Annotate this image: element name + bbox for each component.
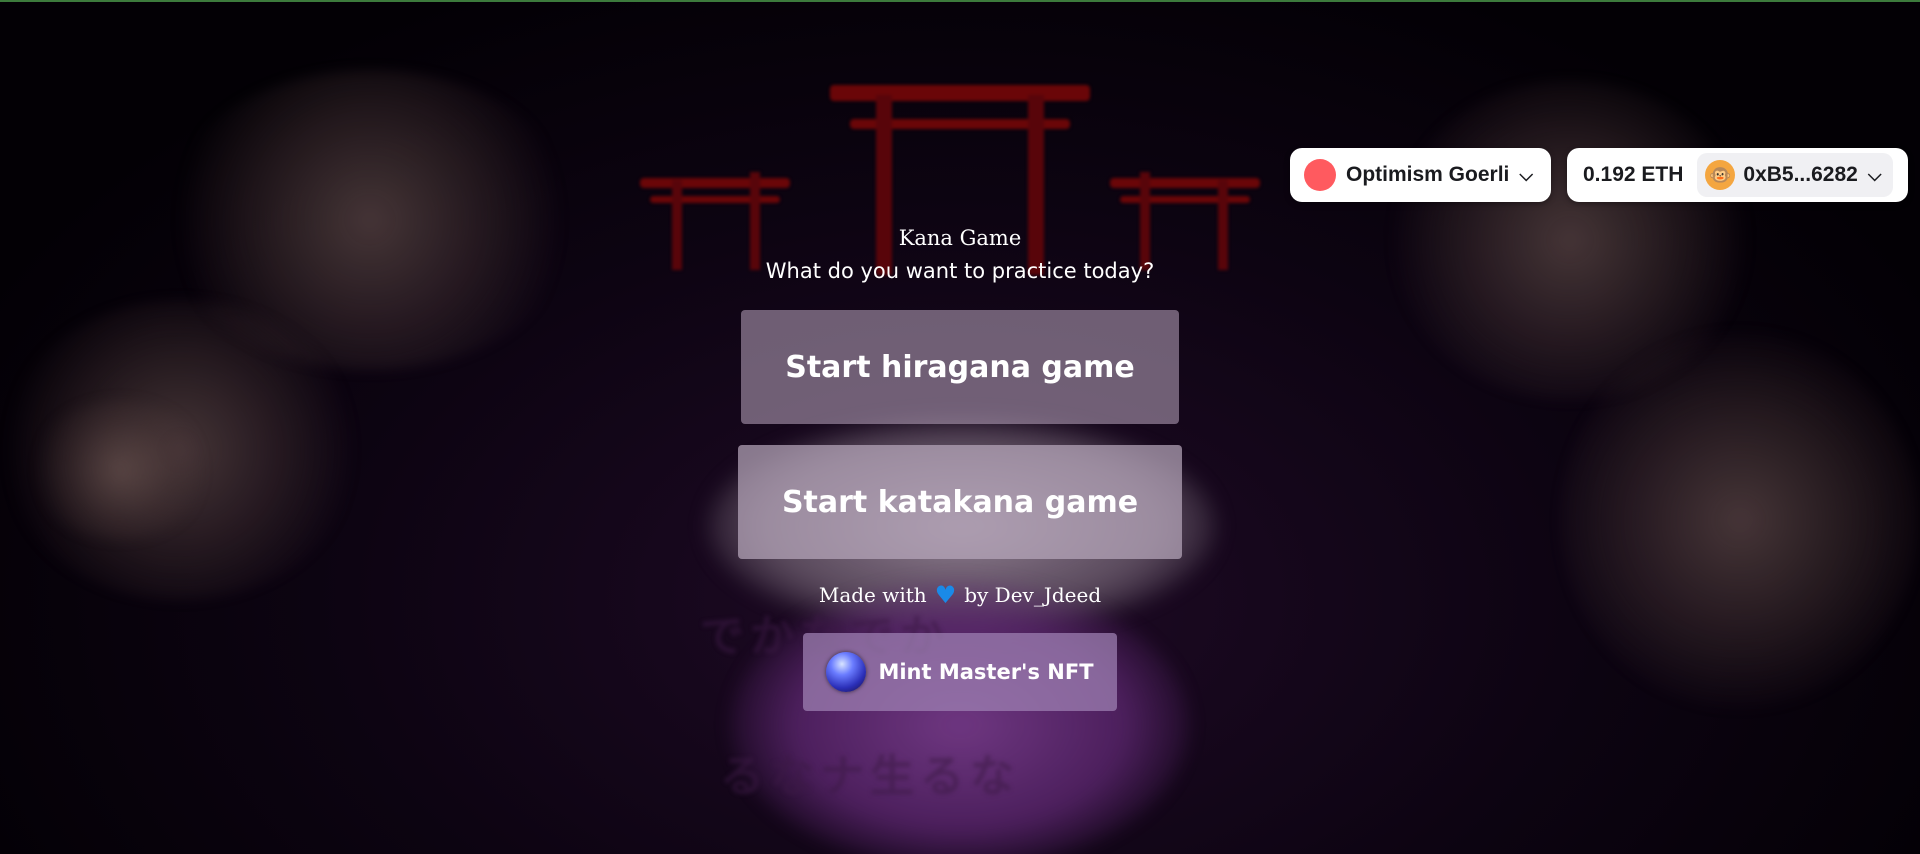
monkey-icon: 🐵 (1705, 160, 1736, 190)
game-scene: でかなでか るなナ生るな Optimism Goerli ⌵ 0.192 ETH… (0, 0, 1920, 854)
account-address: 0xB5...6282 (1743, 163, 1858, 186)
eth-balance: 0.192 ETH (1583, 163, 1684, 186)
mint-nft-label: Mint Master's NFT (878, 660, 1094, 684)
torii-gate-right (1110, 160, 1260, 270)
start-katakana-button[interactable]: Start katakana game (738, 445, 1182, 559)
blossom-tree-left-small (30, 400, 210, 540)
mint-nft-button[interactable]: Mint Master's NFT (803, 633, 1117, 711)
top-border (0, 0, 1920, 2)
network-icon (1304, 159, 1336, 191)
credit-prefix: Made with (818, 583, 927, 607)
torii-gate-left (640, 160, 790, 270)
network-label: Optimism Goerli (1346, 163, 1510, 186)
orb-icon (826, 652, 867, 692)
network-selector[interactable]: Optimism Goerli ⌵ (1290, 148, 1551, 202)
credit-suffix: by Dev_Jdeed (964, 583, 1102, 607)
page-title: Kana Game (898, 226, 1022, 250)
chevron-down-icon: ⌵ (1867, 164, 1882, 185)
torii-gate-center (830, 85, 1090, 285)
kana-decoration: るなナ生るな (720, 751, 1020, 802)
chevron-down-icon: ⌵ (1519, 164, 1534, 185)
account-button[interactable]: 0.192 ETH 🐵 0xB5...6282 ⌵ (1567, 148, 1908, 202)
page-subtitle: What do you want to practice today? (765, 259, 1155, 283)
credit-line: Made with ♥ by Dev_Jdeed (760, 583, 1160, 607)
blue-heart-icon: ♥ (934, 581, 957, 609)
account-address-box[interactable]: 🐵 0xB5...6282 ⌵ (1697, 153, 1894, 197)
blossom-tree-right-lower (1560, 330, 1920, 710)
start-hiragana-button[interactable]: Start hiragana game (741, 310, 1179, 424)
